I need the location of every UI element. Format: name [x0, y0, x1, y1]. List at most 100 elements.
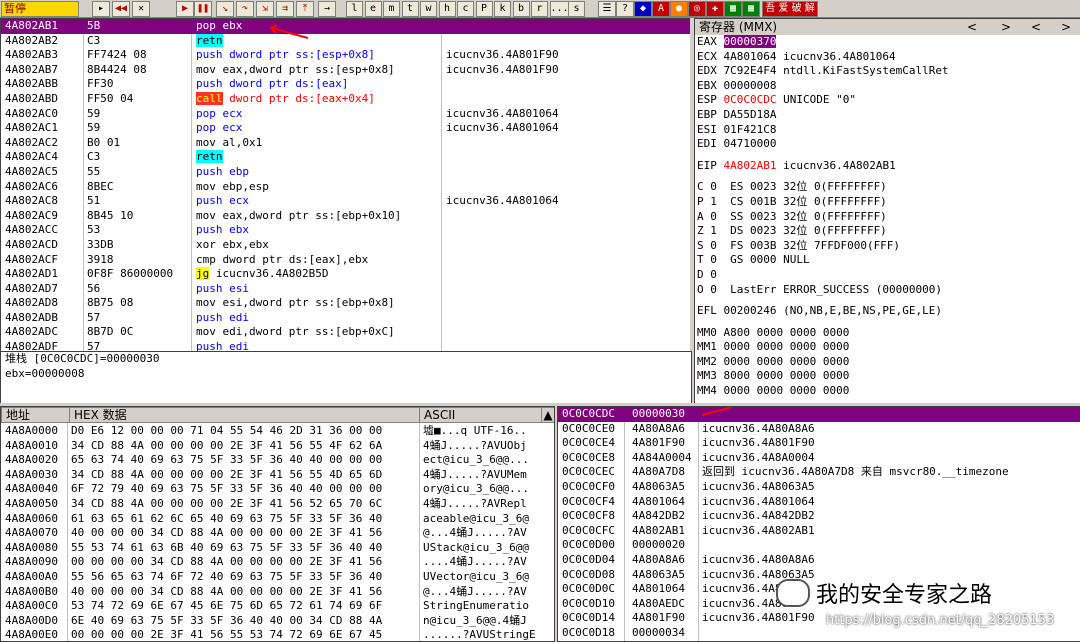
register-line[interactable]: MM1 0000 0000 0000 0000: [697, 340, 1080, 355]
disasm-row[interactable]: 4A802AB3 FF7424 08 push dword ptr ss:[esp+…: [1, 48, 691, 63]
toolbar-button-t[interactable]: t: [401, 1, 419, 17]
trace-into-icon[interactable]: ⇲: [256, 1, 274, 17]
disasm-row[interactable]: 4A802ABB FF30 push dword ptr ds:[eax]: [1, 77, 691, 92]
next-2-icon[interactable]: >: [1061, 19, 1071, 35]
toolbar-button-P[interactable]: P: [475, 1, 493, 17]
stack-row[interactable]: 0C0C0D04 4A80A8A6 icucnv36.4A80A8A6: [558, 553, 1080, 568]
register-line[interactable]: A 0 SS 0023 32位 0(FFFFFFFF): [697, 210, 1080, 225]
register-line[interactable]: EDI 04710000: [697, 137, 1080, 152]
prev-icon[interactable]: <: [967, 19, 977, 35]
register-line[interactable]: MM4 0000 0000 0000 0000: [697, 384, 1080, 399]
plugin-d-icon[interactable]: ✚: [706, 1, 724, 17]
toolbar-button-dots[interactable]: ...: [549, 1, 570, 17]
dump-row[interactable]: 4A8A0060 61 63 65 61 62 6C 65 40 69 63 75…: [1, 512, 541, 527]
dump-row[interactable]: 4A8A0050 34 CD 88 4A 00 00 00 00 2E 3F 41…: [1, 497, 541, 512]
dump-header-hex[interactable]: HEX 数据: [69, 407, 423, 423]
register-line[interactable]: MM3 8000 0000 0000 0000: [697, 369, 1080, 384]
stack-row[interactable]: 0C0C0CEC 4A80A7D8 返回到 icucnv36.4A80A7D8 来自…: [558, 465, 1080, 480]
register-line[interactable]: O 0 LastErr ERROR_SUCCESS (00000000): [697, 283, 1080, 298]
register-line[interactable]: [697, 152, 1080, 159]
stack-row[interactable]: 0C0C0CDC 00000030: [558, 407, 1080, 422]
register-line[interactable]: D 0: [697, 268, 1080, 283]
register-line[interactable]: EIP 4A802AB1 icucnv36.4A802AB1: [697, 159, 1080, 174]
stack-row[interactable]: 0C0C0CF8 4A842DB2 icucnv36.4A842DB2: [558, 509, 1080, 524]
register-line[interactable]: ESI 01F421C8: [697, 123, 1080, 138]
plugin-g-icon[interactable]: 吾 爱 破 解: [762, 1, 818, 17]
stack-row[interactable]: 0C0C0CE8 4A84A0004 icucnv36.4A8A0004: [558, 451, 1080, 466]
help-icon[interactable]: ?: [616, 1, 634, 17]
stack-row[interactable]: 0C0C0CF4 4A801064 icucnv36.4A801064: [558, 495, 1080, 510]
dump-row[interactable]: 4A8A0030 34 CD 88 4A 00 00 00 00 2E 3F 41…: [1, 468, 541, 483]
register-line[interactable]: [697, 319, 1080, 326]
trace-over-icon[interactable]: ⇉: [276, 1, 294, 17]
dump-row[interactable]: 4A8A0000 D0 E6 12 00 00 00 71 04 55 54 46…: [1, 424, 541, 439]
disassembly-pane[interactable]: 4A802AB1 5B pop ebx 4A802AB2 C3 retn 4A802AB3 F…: [0, 18, 692, 353]
stack-row[interactable]: 0C0C0D00 00000020: [558, 538, 1080, 553]
toolbar-button-s[interactable]: s: [568, 1, 585, 17]
register-line[interactable]: EDX 7C92E4F4 ntdll.KiFastSystemCallRet: [697, 64, 1080, 79]
toolbar-button-b[interactable]: b: [512, 1, 530, 17]
disasm-row[interactable]: 4A802AC9 8B45 10 mov eax,dword ptr ss:[ebp…: [1, 209, 691, 224]
disasm-row[interactable]: 4A802AC5 55 push ebp: [1, 165, 691, 180]
execute-till-return-icon[interactable]: ⤒: [296, 1, 314, 17]
disasm-row[interactable]: 4A802AD8 8B75 08 mov esi,dword ptr ss:[ebp…: [1, 296, 691, 311]
register-line[interactable]: EFL 00200246 (NO,NB,E,BE,NS,PE,GE,LE): [697, 304, 1080, 319]
disasm-row[interactable]: 4A802AD1 0F8F 86000000 jg icucnv36.4A802B5…: [1, 267, 691, 282]
register-line[interactable]: EBX 00000008: [697, 79, 1080, 94]
disasm-row[interactable]: 4A802AC2 B0 01 mov al,0x1: [1, 136, 691, 151]
disasm-row[interactable]: 4A802AC0 59 pop ecx icucnv36.4A801064: [1, 107, 691, 122]
dump-row[interactable]: 4A8A00C0 53 74 72 69 6E 67 45 6E 75 6D 65…: [1, 599, 541, 614]
memory-dump-pane[interactable]: 地址 HEX 数据 ASCII ▲ 4A8A0000 D0 E6 12 00 00…: [0, 406, 555, 642]
disasm-row[interactable]: 4A802AC8 51 push ecx icucnv36.4A801064: [1, 194, 691, 209]
toolbar-button-c[interactable]: c: [457, 1, 474, 17]
dump-row[interactable]: 4A8A00B0 40 00 00 00 34 CD 88 4A 00 00 00…: [1, 585, 541, 600]
stack-row[interactable]: 0C0C0CE0 4A80A8A6 icucnv36.4A80A8A6: [558, 422, 1080, 437]
register-line[interactable]: Z 1 DS 0023 32位 0(FFFFFFFF): [697, 224, 1080, 239]
dump-row[interactable]: 4A8A0070 40 00 00 00 34 CD 88 4A 00 00 00…: [1, 526, 541, 541]
register-line[interactable]: P 1 CS 001B 32位 0(FFFFFFFF): [697, 195, 1080, 210]
step-into-icon[interactable]: ↘: [216, 1, 234, 17]
register-line[interactable]: MM0 A800 0000 0000 0000: [697, 326, 1080, 341]
pause-icon[interactable]: ❚❚: [194, 1, 212, 17]
stack-row[interactable]: 0C0C0CF0 4A8063A5 icucnv36.4A8063A5: [558, 480, 1080, 495]
toolbar-button-w[interactable]: w: [420, 1, 437, 17]
registers-pane[interactable]: 寄存器 (MMX) < > < > EAX 00000370 ECX 4A8010…: [694, 18, 1080, 405]
dump-row[interactable]: 4A8A00D0 6E 40 69 63 75 5F 33 5F 36 40 40…: [1, 614, 541, 629]
open-icon[interactable]: ▸: [92, 1, 110, 17]
close-icon[interactable]: ✕: [132, 1, 150, 17]
disasm-row[interactable]: 4A802AB1 5B pop ebx: [1, 19, 691, 34]
register-line[interactable]: [697, 297, 1080, 304]
disasm-row[interactable]: 4A802AC1 59 pop ecx icucnv36.4A801064: [1, 121, 691, 136]
next-icon[interactable]: >: [1001, 19, 1011, 35]
dump-row[interactable]: 4A8A0080 55 53 74 61 63 6B 40 69 63 75 5F…: [1, 541, 541, 556]
goto-icon[interactable]: →: [318, 1, 336, 17]
disasm-row[interactable]: 4A802AC4 C3 retn: [1, 150, 691, 165]
disasm-row[interactable]: 4A802AB2 C3 retn: [1, 33, 691, 49]
plugin-e-icon[interactable]: ▦: [724, 1, 742, 17]
disasm-row[interactable]: 4A802ADB 57 push edi: [1, 311, 691, 326]
disasm-row[interactable]: 4A802ACC 53 push ebx: [1, 223, 691, 238]
dump-row[interactable]: 4A8A0090 00 00 00 00 34 CD 88 4A 00 00 00…: [1, 555, 541, 570]
restart-icon[interactable]: ◀◀: [112, 1, 130, 17]
register-line[interactable]: S 0 FS 003B 32位 7FFDF000(FFF): [697, 239, 1080, 254]
plugin-b-icon[interactable]: ●: [670, 1, 688, 17]
disasm-row[interactable]: 4A802ABD FF50 04 call dword ptr ds:[eax+0x…: [1, 91, 691, 107]
stack-row[interactable]: 0C0C0D18 00000034: [558, 626, 1080, 641]
step-over-icon[interactable]: ↷: [236, 1, 254, 17]
disasm-row[interactable]: 4A802ACF 3918 cmp dword ptr ds:[eax],ebx: [1, 253, 691, 268]
disasm-row[interactable]: 4A802ADC 8B7D 0C mov edi,dword ptr ss:[ebp…: [1, 325, 691, 340]
toolbar-button-l[interactable]: l: [346, 1, 363, 17]
dump-row[interactable]: 4A8A0010 34 CD 88 4A 00 00 00 00 2E 3F 41…: [1, 439, 541, 454]
stack-pane[interactable]: 0C0C0CDC 00000030 0C0C0CE0 4A80A8A6 icucnv36…: [557, 406, 1080, 642]
register-line[interactable]: EAX 00000370: [697, 35, 1080, 50]
register-line[interactable]: MM2 0000 0000 0000 0000: [697, 355, 1080, 370]
stack-row[interactable]: 0C0C0CFC 4A802AB1 icucnv36.4A802AB1: [558, 524, 1080, 539]
run-icon[interactable]: ▶: [176, 1, 194, 17]
toolbar-button-m[interactable]: m: [383, 1, 400, 17]
register-line[interactable]: C 0 ES 0023 32位 0(FFFFFFFF): [697, 180, 1080, 195]
toolbar-button-k[interactable]: k: [494, 1, 511, 17]
dump-header-ascii[interactable]: ASCII: [419, 407, 545, 423]
plugin-f-icon[interactable]: ▦: [742, 1, 760, 17]
register-line[interactable]: ESP 0C0C0CDC UNICODE "0": [697, 93, 1080, 108]
register-line[interactable]: T 0 GS 0000 NULL: [697, 253, 1080, 268]
